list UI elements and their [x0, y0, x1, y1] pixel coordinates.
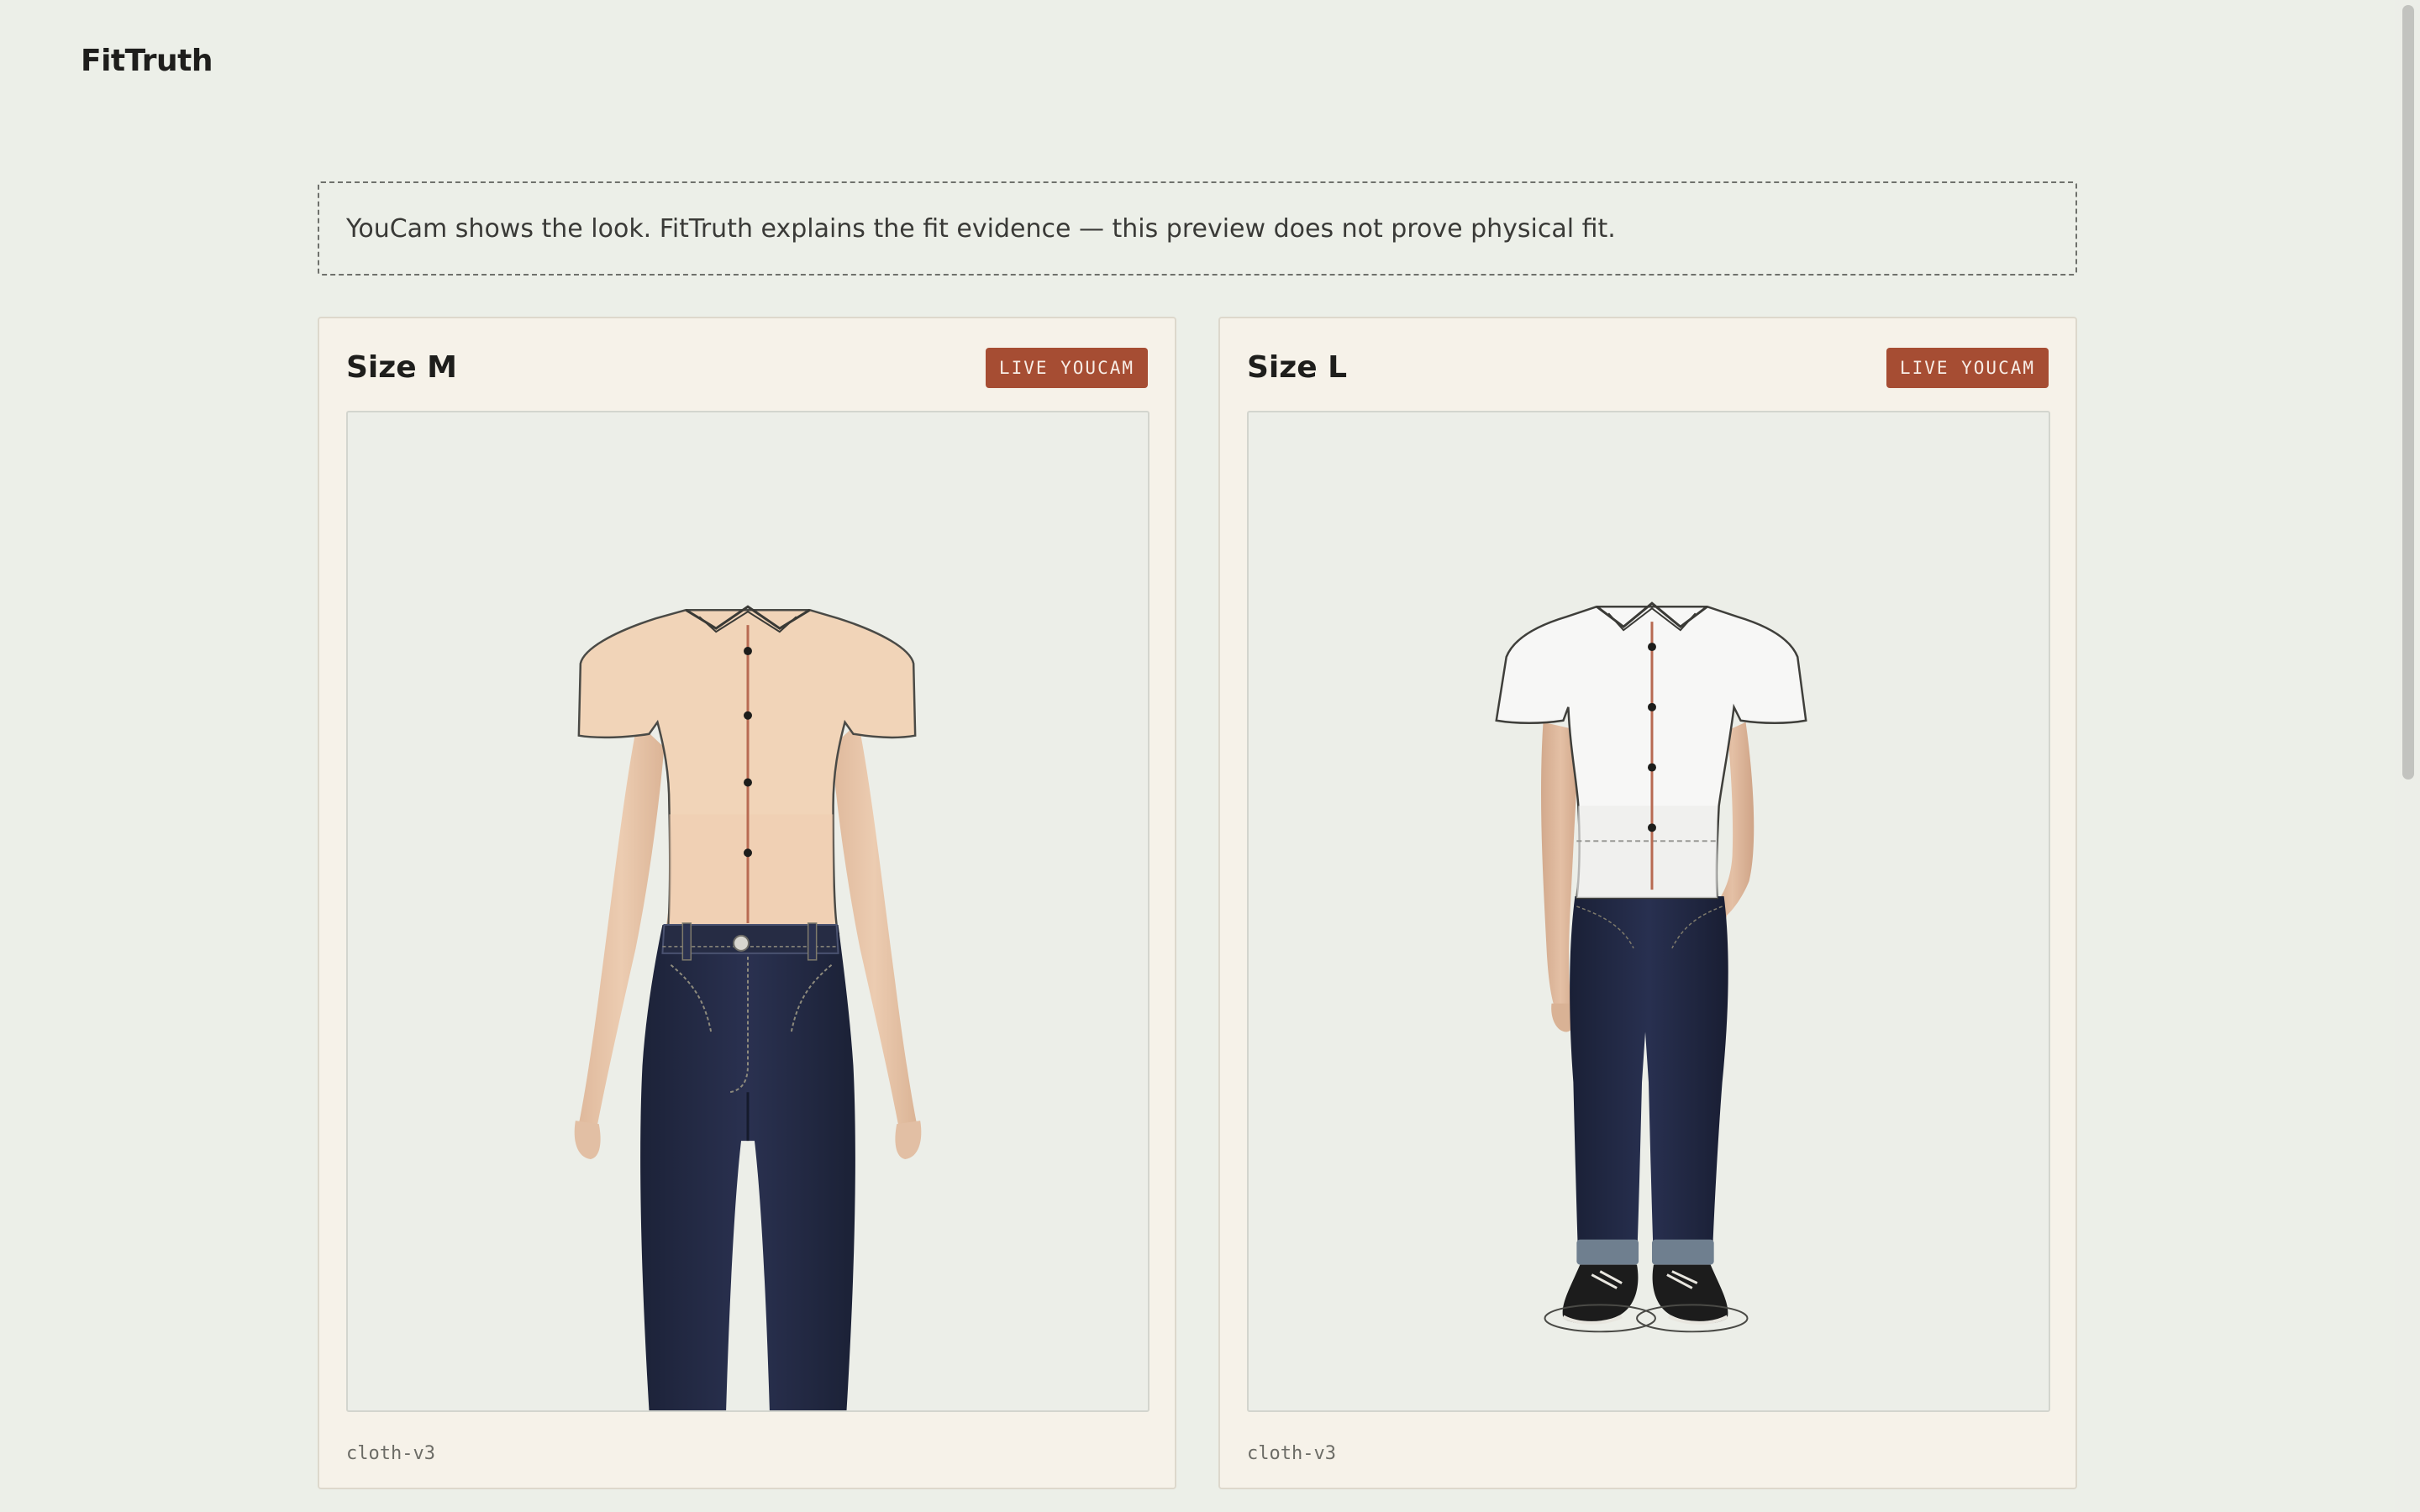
card-title-size-m: Size M — [346, 350, 457, 385]
card-title-size-l: Size L — [1247, 350, 1348, 385]
size-m-card: Size M LIVE YOUCAM cloth-v3 — [318, 317, 1176, 1489]
brand-logo[interactable]: FitTruth — [81, 44, 213, 78]
fittruth-app: FitTruth YouCam shows the look. FitTruth… — [0, 0, 2420, 1512]
model-version-caption: cloth-v3 — [346, 1443, 435, 1464]
fit-disclaimer-notice: YouCam shows the look. FitTruth explains… — [318, 181, 2077, 276]
model-version-caption: cloth-v3 — [1247, 1443, 1336, 1464]
tryon-preview-size-m[interactable] — [346, 411, 1150, 1412]
tryon-figure-size-l — [1495, 601, 1807, 1333]
live-youcam-badge: LIVE YOUCAM — [1886, 348, 2049, 388]
scrollbar-thumb[interactable] — [2402, 5, 2414, 780]
size-l-card: Size L LIVE YOUCAM cloth-v3 — [1218, 317, 2077, 1489]
fit-disclaimer-text: YouCam shows the look. FitTruth explains… — [346, 213, 1616, 244]
live-youcam-badge: LIVE YOUCAM — [985, 348, 1148, 388]
page-scrollbar[interactable] — [2395, 0, 2420, 1512]
tryon-figure-size-m — [574, 605, 922, 1410]
tryon-preview-size-l[interactable] — [1247, 411, 2050, 1412]
